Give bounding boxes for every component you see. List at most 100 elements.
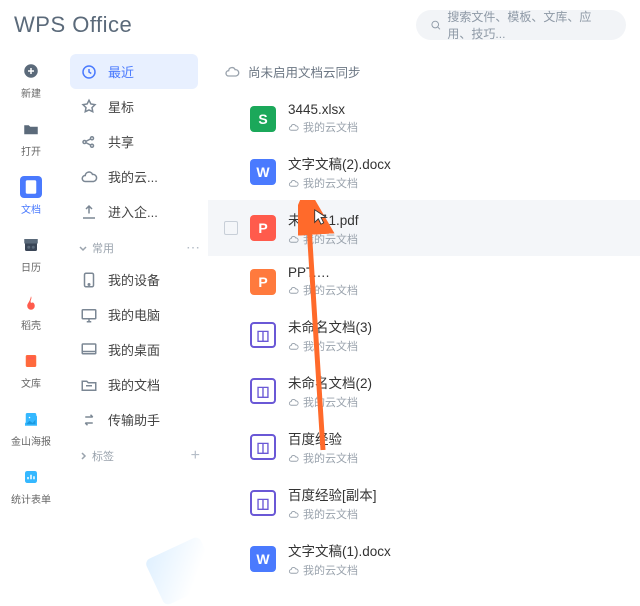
rail-label: 打开 — [21, 143, 41, 158]
file-name: 百度经验 — [288, 428, 358, 448]
file-location: 我的云文档 — [303, 119, 358, 135]
folder-doc-icon — [80, 376, 98, 394]
file-row[interactable]: ◫未命名文档(2)我的云文档 — [208, 363, 640, 419]
file-otl-icon: ◫ — [250, 490, 276, 516]
monitor-icon — [80, 306, 98, 324]
file-row[interactable]: ◫ 百度经验[副本] 我的云文档 — [208, 475, 640, 531]
sidebar-item-label: 传输助手 — [108, 410, 160, 429]
sidebar-item-label: 我的设备 — [108, 270, 160, 289]
chevron-right-icon — [78, 451, 88, 461]
chart-icon — [20, 466, 42, 488]
file-row[interactable]: ◫ 百度经验我的云文档 — [208, 419, 640, 475]
sidebar-item-label: 我的云... — [108, 167, 158, 186]
sidebar-item-transfer[interactable]: 传输助手 — [70, 402, 198, 437]
file-pdf-icon: P — [250, 215, 276, 241]
left-rail: 新建打开文档日历稻壳文库金山海报统计表单 — [0, 48, 62, 576]
sidebar-group-common[interactable]: 常用 ⋯ — [70, 233, 208, 262]
desktop-icon — [80, 341, 98, 359]
sidebar-item-folder-doc[interactable]: 我的文档 — [70, 367, 198, 402]
file-name: 未命名文档(2) — [288, 372, 372, 392]
sidebar-item-label: 进入企... — [108, 202, 158, 221]
upload-icon — [80, 203, 98, 221]
cloud-small-icon — [288, 122, 299, 133]
sidebar-item-label: 我的电脑 — [108, 305, 160, 324]
file-location: 我的云文档 — [303, 338, 358, 354]
search-placeholder: 搜索文件、模板、文库、应用、技巧... — [447, 8, 612, 42]
file-name: 文字文稿(1).docx — [288, 540, 391, 560]
file-name: 未命名1.pdf — [288, 209, 359, 229]
cloud-small-icon — [288, 234, 299, 245]
sidebar-item-desktop[interactable]: 我的桌面 — [70, 332, 198, 367]
file-xls-icon: S — [250, 106, 276, 132]
sidebar-item-monitor[interactable]: 我的电脑 — [70, 297, 198, 332]
tablet-icon — [80, 271, 98, 289]
file-row[interactable]: S 3445.xlsx 我的云文档 — [208, 93, 640, 144]
rail-cal[interactable]: 日历 — [11, 232, 51, 276]
rail-stats[interactable]: 统计表单 — [11, 464, 51, 508]
file-location: 我的云文档 — [303, 282, 358, 298]
file-checkbox[interactable] — [224, 221, 238, 235]
rail-label: 统计表单 — [11, 491, 51, 506]
rail-new[interactable]: 新建 — [11, 58, 51, 102]
book-icon — [20, 350, 42, 372]
cloud-sync-banner[interactable]: 尚未启用文档云同步 — [208, 56, 640, 93]
rail-wenku[interactable]: 文库 — [11, 348, 51, 392]
sidebar-item-label: 最近 — [108, 62, 134, 81]
rail-label: 新建 — [21, 85, 41, 100]
file-location: 我的云文档 — [303, 450, 358, 466]
cloud-small-icon — [288, 453, 299, 464]
sidebar-item-cloud[interactable]: 我的云... — [70, 159, 198, 194]
rail-docs[interactable]: 文档 — [11, 174, 51, 218]
sidebar: 最近星标共享我的云... 进入企... 常用 ⋯ 我的设备我的电脑我的桌面我的文档… — [62, 48, 208, 576]
file-row[interactable]: PPPT.…我的云文档 — [208, 256, 640, 307]
cloud-icon — [224, 64, 240, 80]
rail-poster[interactable]: 金山海报 — [11, 406, 51, 450]
file-name: 未命名文档(3) — [288, 316, 372, 336]
file-row[interactable]: ◫ 未命名文档(3) 我的云文档 — [208, 307, 640, 363]
star-icon — [80, 98, 98, 116]
file-otl-icon: ◫ — [250, 322, 276, 348]
search-box[interactable]: 搜索文件、模板、文库、应用、技巧... — [416, 10, 626, 40]
file-otl-icon: ◫ — [250, 434, 276, 460]
rail-open[interactable]: 打开 — [11, 116, 51, 160]
rail-label: 文库 — [21, 375, 41, 390]
file-doc-icon: W — [250, 546, 276, 572]
sidebar-item-label: 我的文档 — [108, 375, 160, 394]
sidebar-item-upload[interactable]: 进入企... — [70, 194, 198, 229]
fire-icon — [20, 292, 42, 314]
rail-label: 文档 — [21, 201, 41, 216]
rail-label: 稻壳 — [21, 317, 41, 332]
app-logo: WPS Office — [14, 12, 132, 38]
file-name: 百度经验[副本] — [288, 484, 377, 504]
rail-label: 日历 — [21, 259, 41, 274]
cloud-small-icon — [288, 341, 299, 352]
sidebar-item-tablet[interactable]: 我的设备 — [70, 262, 198, 297]
file-location: 我的云文档 — [303, 562, 358, 576]
file-name: 3445.xlsx — [288, 102, 358, 117]
file-name: 文字文稿(2).docx — [288, 153, 391, 173]
file-location: 我的云文档 — [303, 394, 358, 410]
transfer-icon — [80, 411, 98, 429]
file-row[interactable]: W 文字文稿(1).docx 我的云文档 — [208, 531, 640, 576]
cloud-small-icon — [288, 397, 299, 408]
doc-icon — [20, 176, 42, 198]
folder-icon — [20, 118, 42, 140]
file-name: PPT.… — [288, 265, 358, 280]
file-location: 我的云文档 — [303, 506, 358, 522]
rail-label: 金山海报 — [11, 433, 51, 448]
cloud-small-icon — [288, 178, 299, 189]
add-tag-icon[interactable]: + — [191, 447, 200, 465]
cloud-icon — [80, 168, 98, 186]
file-row[interactable]: P未命名1.pdf我的云文档 — [208, 200, 640, 256]
sidebar-group-tags[interactable]: 标签 + — [70, 441, 208, 471]
more-icon[interactable]: ⋯ — [186, 239, 200, 256]
sidebar-item-share[interactable]: 共享 — [70, 124, 198, 159]
sidebar-item-clock[interactable]: 最近 — [70, 54, 198, 89]
cloud-small-icon — [288, 509, 299, 520]
rail-daoke[interactable]: 稻壳 — [11, 290, 51, 334]
sidebar-item-label: 共享 — [108, 132, 134, 151]
cloud-small-icon — [288, 565, 299, 576]
file-row[interactable]: W文字文稿(2).docx我的云文档 — [208, 144, 640, 200]
plus-circle-icon — [20, 60, 42, 82]
sidebar-item-star[interactable]: 星标 — [70, 89, 198, 124]
